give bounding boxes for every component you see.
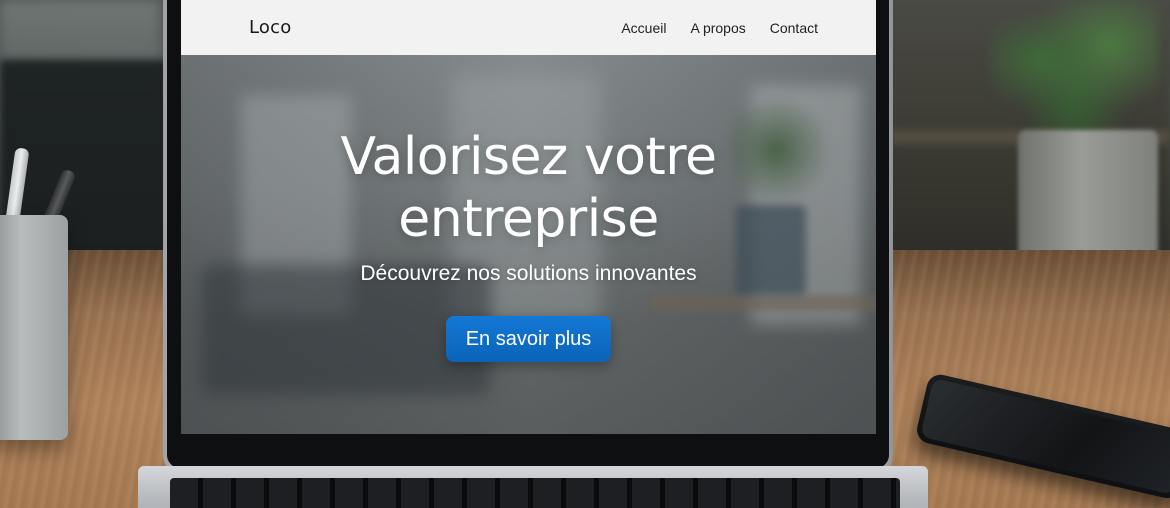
laptop-screen: Loco Accueil A propos Contact Valorisez … <box>181 0 876 434</box>
nav-link-a-propos[interactable]: A propos <box>690 20 745 36</box>
pen-holder <box>0 215 68 440</box>
nav-links: Accueil A propos Contact <box>621 20 818 36</box>
plant-leaves <box>990 0 1160 150</box>
laptop-keyboard <box>170 478 900 508</box>
site-navbar: Loco Accueil A propos Contact <box>181 0 876 55</box>
site-logo[interactable]: Loco <box>249 17 291 38</box>
learn-more-button[interactable]: En savoir plus <box>446 316 611 362</box>
hero-content: Valorisez votre entreprise Découvrez nos… <box>181 126 876 362</box>
nav-link-contact[interactable]: Contact <box>770 20 818 36</box>
hero-subtitle: Découvrez nos solutions innovantes <box>360 262 697 285</box>
nav-link-accueil[interactable]: Accueil <box>621 20 666 36</box>
background-window <box>0 0 160 60</box>
hero-title: Valorisez votre entreprise <box>340 127 717 249</box>
